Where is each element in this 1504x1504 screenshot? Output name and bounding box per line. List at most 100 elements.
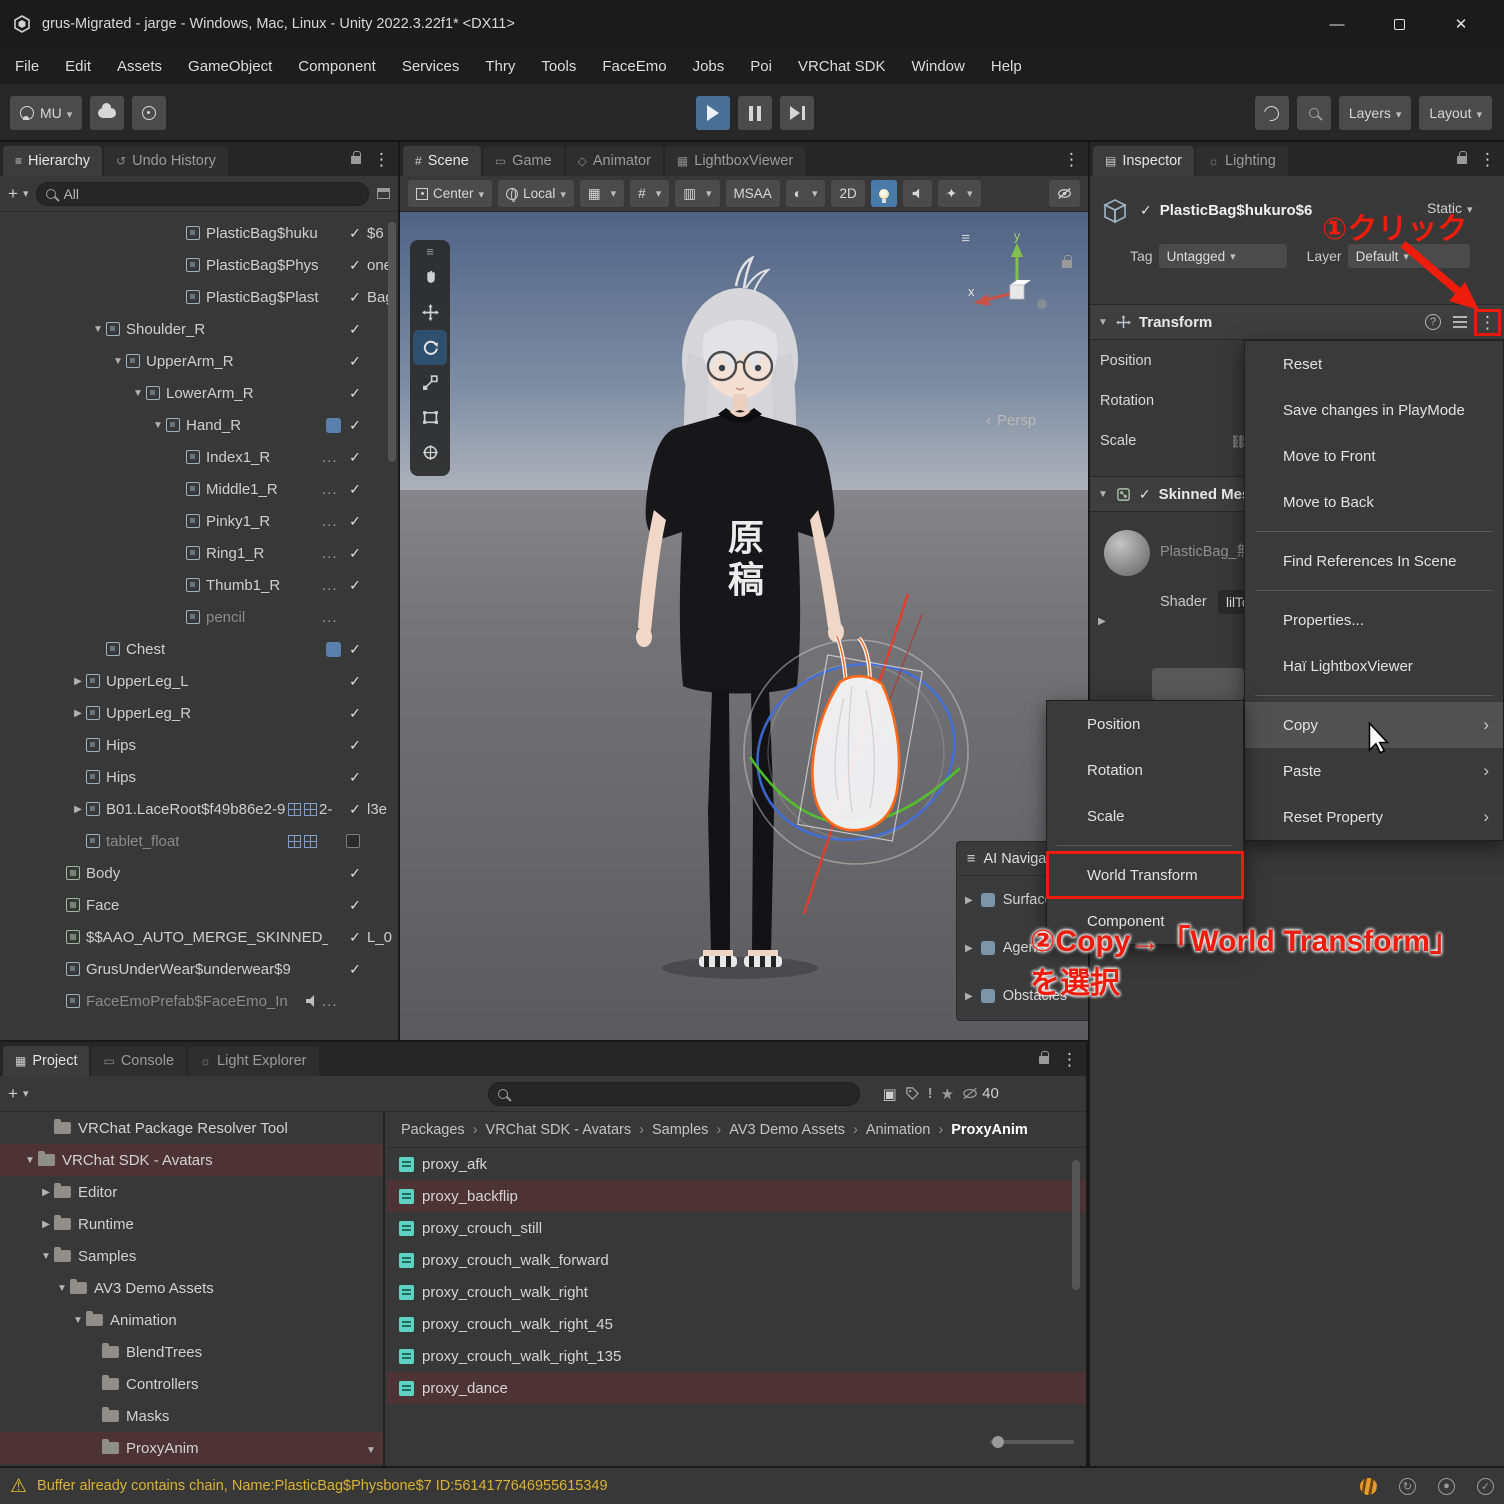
visibility-checkbox[interactable]: ✓ bbox=[346, 641, 364, 658]
effects-dropdown[interactable]: ✦ bbox=[937, 180, 981, 207]
visibility-checkbox[interactable]: ✓ bbox=[346, 897, 364, 914]
context-menu-item-reset[interactable]: Reset bbox=[1245, 341, 1503, 387]
hierarchy-item-middle1-r[interactable]: Middle1_R... ✓ bbox=[0, 473, 398, 505]
foldout-icon[interactable]: ▶ bbox=[965, 895, 973, 906]
hierarchy-item-hand-r[interactable]: ▼ Hand_R ✓ bbox=[0, 409, 398, 441]
create-button[interactable]: + bbox=[8, 184, 28, 204]
visibility-checkbox[interactable]: ✓ bbox=[346, 481, 364, 498]
scene-tab-animator[interactable]: ◇ Animator bbox=[565, 146, 663, 176]
visibility-checkbox[interactable]: ✓ bbox=[346, 321, 364, 338]
scene-audio-toggle[interactable] bbox=[902, 180, 932, 207]
check-icon[interactable]: ✓ bbox=[1477, 1477, 1494, 1495]
file-proxy-crouch-still[interactable]: proxy_crouch_still bbox=[387, 1212, 1086, 1244]
menu-assets[interactable]: Assets bbox=[104, 48, 175, 84]
context-menu-item-paste[interactable]: Paste › bbox=[1245, 748, 1503, 794]
project-folder-proxyanim[interactable]: ProxyAnim bbox=[0, 1432, 383, 1464]
file-proxy-dance[interactable]: proxy_dance bbox=[387, 1372, 1086, 1404]
foldout-icon[interactable]: ▼ bbox=[70, 1315, 86, 1326]
foldout-icon[interactable]: ▼ bbox=[110, 356, 126, 367]
project-folder-av3-demo-assets[interactable]: ▼ AV3 Demo Assets bbox=[0, 1272, 383, 1304]
hierarchy-item-ring1-r[interactable]: Ring1_R... ✓ bbox=[0, 537, 398, 569]
visibility-checkbox[interactable]: ✓ bbox=[346, 865, 364, 882]
hierarchy-item-plasticbag-phys[interactable]: PlasticBag$Phys ✓ one bbox=[0, 249, 398, 281]
tag-dropdown[interactable]: Untagged bbox=[1158, 244, 1287, 268]
visibility-checkbox[interactable]: ✓ bbox=[346, 961, 364, 978]
visibility-checkbox[interactable]: ✓ bbox=[346, 801, 364, 818]
project-folder-runtime[interactable]: ▶ Runtime bbox=[0, 1208, 383, 1240]
foldout-icon[interactable]: ▶ bbox=[965, 991, 973, 1002]
visibility-checkbox[interactable]: ✓ bbox=[346, 417, 364, 434]
2d-toggle[interactable]: 2D bbox=[831, 180, 865, 207]
foldout-icon[interactable]: ▶ bbox=[1098, 616, 1106, 627]
hierarchy-item-pinky1-r[interactable]: Pinky1_R... ✓ bbox=[0, 505, 398, 537]
services-button[interactable] bbox=[132, 96, 167, 130]
gizmo-lock-icon[interactable] bbox=[1062, 255, 1072, 268]
hierarchy-item-pencil[interactable]: pencil... bbox=[0, 601, 398, 633]
maximize-button[interactable] bbox=[1368, 0, 1430, 48]
menu-faceemo[interactable]: FaceEmo bbox=[589, 48, 679, 84]
hierarchy-tab-undo-history[interactable]: ↺ Undo History bbox=[104, 146, 228, 176]
foldout-icon[interactable]: ▼ bbox=[130, 388, 146, 399]
hierarchy-tab-hierarchy[interactable]: ≡ Hierarchy bbox=[3, 146, 103, 176]
move-tool-button[interactable] bbox=[413, 295, 447, 330]
hierarchy-item-hips[interactable]: Hips ✓ bbox=[0, 729, 398, 761]
favorites-star-icon[interactable]: ★ bbox=[941, 1085, 954, 1103]
project-folder-editor[interactable]: ▶ Editor bbox=[0, 1176, 383, 1208]
scroll-down-icon[interactable]: ▼ bbox=[366, 1445, 376, 1456]
breadcrumb-vrchat-sdk-avatars[interactable]: VRChat SDK - Avatars bbox=[486, 1122, 632, 1138]
account-dropdown[interactable]: MU bbox=[10, 96, 83, 130]
menu-tools[interactable]: Tools bbox=[528, 48, 589, 84]
hierarchy-item-thumb1-r[interactable]: Thumb1_R... ✓ bbox=[0, 569, 398, 601]
z-axis-dot[interactable] bbox=[1037, 299, 1047, 309]
foldout-icon[interactable]: ▶ bbox=[38, 1219, 54, 1230]
create-asset-button[interactable]: + bbox=[8, 1084, 28, 1104]
foldout-icon[interactable]: ▶ bbox=[70, 676, 86, 687]
submenu-item-position[interactable]: Position bbox=[1047, 701, 1243, 747]
hierarchy-scrollbar[interactable] bbox=[388, 222, 396, 462]
foldout-icon[interactable]: ▶ bbox=[70, 804, 86, 815]
visibility-checkbox[interactable]: ✓ bbox=[346, 929, 364, 946]
hierarchy-item-shoulder-r[interactable]: ▼ Shoulder_R ✓ bbox=[0, 313, 398, 345]
pan-tool-button[interactable] bbox=[413, 260, 447, 295]
foldout-icon[interactable]: ▼ bbox=[38, 1251, 54, 1262]
gameobject-name-field[interactable]: PlasticBag$hukuro$6 bbox=[1160, 202, 1313, 219]
lock-icon[interactable] bbox=[351, 150, 361, 164]
scene-tab-scene[interactable]: # Scene bbox=[403, 146, 481, 176]
snap-settings-dropdown[interactable]: # bbox=[630, 180, 670, 207]
search-by-type-icon[interactable]: ▣ bbox=[882, 1085, 896, 1103]
msaa-toggle[interactable]: MSAA bbox=[725, 180, 780, 207]
layout-dropdown[interactable]: Layout bbox=[1419, 96, 1492, 130]
scale-tool-button[interactable] bbox=[413, 365, 447, 400]
file-proxy-crouch-walk-right-45[interactable]: proxy_crouch_walk_right_45 bbox=[387, 1308, 1086, 1340]
breadcrumb-av3-demo-assets[interactable]: AV3 Demo Assets bbox=[729, 1122, 845, 1138]
breadcrumb-packages[interactable]: Packages bbox=[401, 1122, 465, 1138]
material-slot-button[interactable] bbox=[1152, 668, 1244, 700]
visibility-checkbox[interactable]: ✓ bbox=[346, 353, 364, 370]
search-by-label-icon[interactable] bbox=[905, 1086, 920, 1101]
context-menu-item-move-to-back[interactable]: Move to Back bbox=[1245, 479, 1503, 525]
scene-tab-lightboxviewer[interactable]: ▦ LightboxViewer bbox=[664, 146, 806, 176]
scene-tab-game[interactable]: ▭ Game bbox=[482, 146, 564, 176]
foldout-icon[interactable]: ▶ bbox=[965, 943, 973, 954]
hierarchy-item-face[interactable]: Face ✓ bbox=[0, 889, 398, 921]
y-axis-cone[interactable] bbox=[1011, 243, 1023, 257]
visibility-checkbox[interactable]: ✓ bbox=[346, 577, 364, 594]
file-proxy-crouch-walk-right[interactable]: proxy_crouch_walk_right bbox=[387, 1276, 1086, 1308]
scene-viewport[interactable]: 原 稿 ≡ ≡ y x ‹ Persp ≡ AI Navigation ▶ Su… bbox=[400, 212, 1088, 1040]
visibility-checkbox[interactable]: ✓ bbox=[346, 257, 364, 274]
menu-component[interactable]: Component bbox=[285, 48, 389, 84]
context-menu-item-move-to-front[interactable]: Move to Front bbox=[1245, 433, 1503, 479]
kebab-menu-icon[interactable]: ⋮ bbox=[1479, 151, 1496, 168]
hierarchy-item-hips[interactable]: Hips ✓ bbox=[0, 761, 398, 793]
inspector-tab-inspector[interactable]: ▤ Inspector bbox=[1093, 146, 1194, 176]
projection-label[interactable]: ‹ Persp bbox=[986, 412, 1036, 429]
minimize-button[interactable]: — bbox=[1306, 0, 1368, 48]
visibility-checkbox[interactable]: ✓ bbox=[346, 705, 364, 722]
visibility-checkbox[interactable]: ✓ bbox=[346, 545, 364, 562]
hierarchy-item-upperleg-l[interactable]: ▶ UpperLeg_L ✓ bbox=[0, 665, 398, 697]
file-proxy-backflip[interactable]: proxy_backflip bbox=[387, 1180, 1086, 1212]
orientation-gizmo[interactable]: y x bbox=[962, 230, 1072, 314]
activity-icon[interactable]: ● bbox=[1438, 1477, 1455, 1495]
thumbnail-size-slider[interactable] bbox=[990, 1436, 1074, 1448]
active-checkbox[interactable]: ✓ bbox=[1140, 202, 1152, 219]
